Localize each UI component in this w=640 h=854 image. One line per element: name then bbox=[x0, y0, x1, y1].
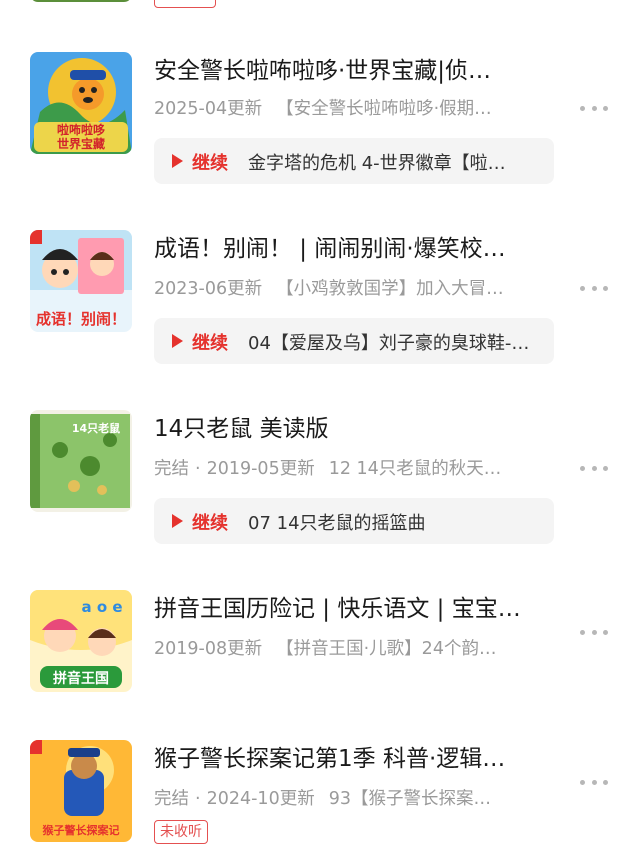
more-options-icon[interactable] bbox=[580, 626, 608, 638]
resume-play-button[interactable]: 继续 金字塔的危机 4-世界徽章【啦… bbox=[154, 138, 554, 184]
resume-episode: 金字塔的危机 4-世界徽章【啦… bbox=[248, 153, 506, 174]
album-meta: 完结 · 2019-05更新 12 14只老鼠的秋天… bbox=[154, 459, 502, 479]
album-list-item[interactable]: a o e 拼音王国 拼音王国历险记 | 快乐语文 | 宝宝… 2019-08更… bbox=[0, 586, 640, 706]
svg-text:世界宝藏: 世界宝藏 bbox=[57, 136, 105, 151]
play-icon bbox=[172, 154, 183, 168]
album-updated: 2019-05更新 bbox=[206, 459, 315, 479]
album-desc: 【小鸡敦敦国学】加入大冒… bbox=[276, 279, 504, 299]
more-options-icon[interactable] bbox=[580, 102, 608, 114]
album-cover-1[interactable]: 啦咘啦哆 世界宝藏 bbox=[30, 52, 132, 154]
album-cover-4[interactable]: a o e 拼音王国 bbox=[30, 590, 132, 692]
album-title[interactable]: 成语！别闹！ | 闹闹别闹·爆笑校… bbox=[154, 234, 554, 264]
resume-play-button[interactable]: 继续 07 14只老鼠的摇篮曲 bbox=[154, 498, 554, 544]
album-desc: 93【猴子警长探案… bbox=[328, 789, 491, 809]
album-title[interactable]: 猴子警长探案记第1季 科普·逻辑… bbox=[154, 744, 554, 774]
previous-item-cover bbox=[30, 0, 132, 2]
previous-item-badge bbox=[154, 0, 216, 8]
album-cover-3[interactable]: 14只老鼠 bbox=[30, 410, 132, 512]
album-cover-2[interactable]: 成语！别闹！ bbox=[30, 230, 132, 332]
album-desc: 【安全警长啦咘啦哆·假期… bbox=[276, 99, 492, 119]
album-updated: 2023-06更新 bbox=[154, 279, 263, 299]
resume-episode: 07 14只老鼠的摇篮曲 bbox=[248, 513, 426, 534]
album-desc: 【拼音王国·儿歌】24个韵… bbox=[276, 639, 497, 659]
album-meta: 2025-04更新 【安全警长啦咘啦哆·假期… bbox=[154, 96, 554, 122]
album-list-item[interactable]: 猴子警长探案记 猴子警长探案记第1季 科普·逻辑… 完结 · 2024-10更新 93… bbox=[0, 736, 640, 854]
svg-text:a o e: a o e bbox=[81, 598, 122, 616]
album-meta: 完结 · 2024-10更新 93【猴子警长探案… bbox=[154, 789, 491, 809]
resume-label: 继续 bbox=[192, 333, 228, 354]
play-icon bbox=[172, 514, 183, 528]
resume-play-button[interactable]: 继续 04【爱屋及乌】刘子豪的臭球鞋-… bbox=[154, 318, 554, 364]
svg-text:拼音王国: 拼音王国 bbox=[53, 670, 109, 687]
more-options-icon[interactable] bbox=[580, 282, 608, 294]
album-meta: 2023-06更新 【小鸡敦敦国学】加入大冒… bbox=[154, 276, 554, 302]
album-status: 完结 bbox=[154, 789, 189, 809]
svg-text:成语！别闹！: 成语！别闹！ bbox=[36, 310, 126, 328]
album-title[interactable]: 拼音王国历险记 | 快乐语文 | 宝宝… bbox=[154, 594, 554, 624]
resume-label: 继续 bbox=[192, 513, 228, 534]
album-meta: 2019-08更新 【拼音王国·儿歌】24个韵… bbox=[154, 636, 554, 662]
resume-label: 继续 bbox=[192, 153, 228, 174]
album-desc: 12 14只老鼠的秋天… bbox=[328, 459, 502, 479]
unheard-badge: 未收听 bbox=[154, 820, 208, 844]
album-updated: 2024-10更新 bbox=[206, 789, 315, 809]
album-title[interactable]: 14只老鼠 美读版 bbox=[154, 414, 554, 444]
album-list-item[interactable]: 成语！别闹！ 成语！别闹！ | 闹闹别闹·爆笑校… 2023-06更新 【小鸡敦敦… bbox=[0, 226, 640, 386]
album-cover-5[interactable]: 猴子警长探案记 bbox=[30, 740, 132, 842]
play-icon bbox=[172, 334, 183, 348]
album-updated: 2025-04更新 bbox=[154, 99, 263, 119]
more-options-icon[interactable] bbox=[580, 776, 608, 788]
svg-text:14只老鼠: 14只老鼠 bbox=[72, 421, 120, 435]
album-status: 完结 bbox=[154, 459, 189, 479]
album-updated: 2019-08更新 bbox=[154, 639, 263, 659]
resume-episode: 04【爱屋及乌】刘子豪的臭球鞋-… bbox=[248, 333, 530, 354]
more-options-icon[interactable] bbox=[580, 462, 608, 474]
svg-text:啦咘啦哆: 啦咘啦哆 bbox=[57, 122, 105, 137]
album-title[interactable]: 安全警长啦咘啦哆·世界宝藏|侦… bbox=[154, 56, 554, 86]
previous-item-remnant bbox=[0, 0, 640, 10]
album-list-item[interactable]: 啦咘啦哆 世界宝藏 安全警长啦咘啦哆·世界宝藏|侦… 2025-04更新 【安全警… bbox=[0, 48, 640, 208]
svg-text:猴子警长探案记: 猴子警长探案记 bbox=[43, 823, 120, 837]
album-list-item[interactable]: 14只老鼠 14只老鼠 美读版 完结 · 2019-05更新 12 14只老鼠的秋天…… bbox=[0, 406, 640, 556]
